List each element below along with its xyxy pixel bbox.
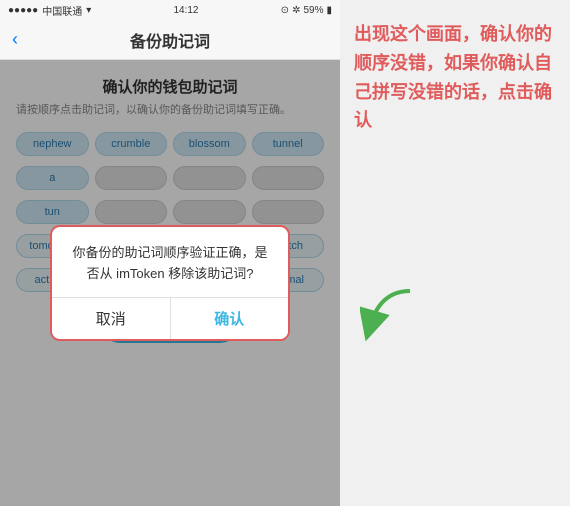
dialog-box: 你备份的助记词顺序验证正确，是否从 imToken 移除该助记词? 取消 确认: [50, 225, 290, 341]
battery-label: 59%: [303, 5, 323, 16]
arrow-icon: [360, 281, 420, 341]
status-left: ●●●●● 中国联通 ▾: [8, 3, 91, 18]
signal-dots: ●●●●●: [8, 5, 38, 16]
alarm-icon: ⊙: [281, 5, 289, 16]
annotation-text: 出现这个画面，确认你的顺序没错，如果你确认自己拼写没错的话，点击确认: [354, 20, 556, 135]
bluetooth-icon: ✲: [292, 5, 300, 16]
dialog-cancel-button[interactable]: 取消: [52, 298, 171, 339]
dialog-ok-button[interactable]: 确认: [171, 298, 289, 339]
time-label: 14:12: [173, 5, 198, 16]
carrier-label: 中国联通: [42, 3, 82, 18]
status-bar: ●●●●● 中国联通 ▾ 14:12 ⊙ ✲ 59% ▮: [0, 0, 340, 20]
dialog-buttons: 取消 确认: [52, 297, 288, 339]
battery-icon: ▮: [326, 5, 332, 16]
annotation-section: 出现这个画面，确认你的顺序没错，如果你确认自己拼写没错的话，点击确认: [340, 0, 570, 506]
phone-mockup: ●●●●● 中国联通 ▾ 14:12 ⊙ ✲ 59% ▮ ‹ 备份助记词 确认你…: [0, 0, 340, 506]
nav-title: 备份助记词: [130, 28, 210, 52]
dialog-overlay: 你备份的助记词顺序验证正确，是否从 imToken 移除该助记词? 取消 确认: [0, 60, 340, 506]
nav-bar: ‹ 备份助记词: [0, 20, 340, 60]
wifi-icon: ▾: [86, 5, 91, 16]
main-content: 确认你的钱包助记词 请按顺序点击助记词，以确认你的备份助记词填写正确。 neph…: [0, 60, 340, 506]
status-right: ⊙ ✲ 59% ▮: [281, 5, 332, 16]
back-button[interactable]: ‹: [12, 29, 18, 50]
dialog-content: 你备份的助记词顺序验证正确，是否从 imToken 移除该助记词?: [52, 227, 288, 297]
arrow-container: [360, 281, 420, 346]
dialog-message: 你备份的助记词顺序验证正确，是否从 imToken 移除该助记词?: [68, 243, 272, 285]
